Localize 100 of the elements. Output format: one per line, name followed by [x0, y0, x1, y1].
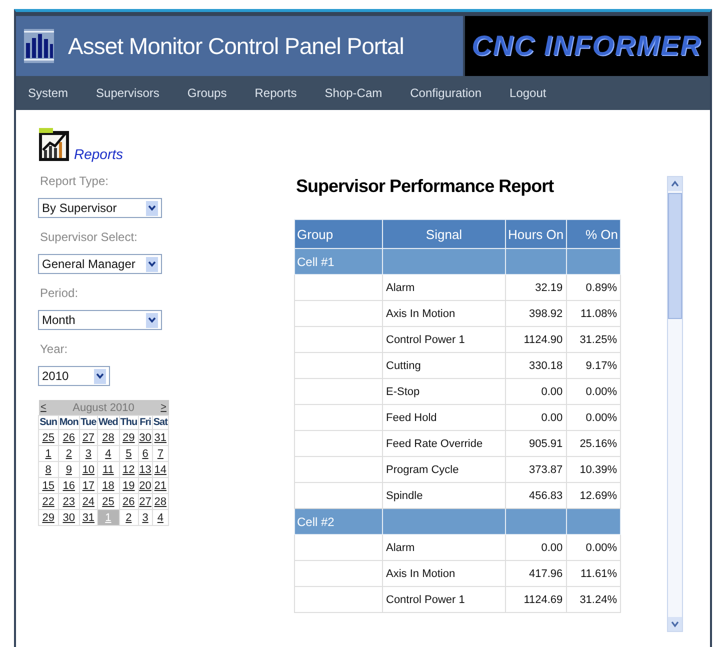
calendar-day[interactable]: 26: [119, 494, 138, 510]
calendar-day[interactable]: 23: [58, 494, 80, 510]
table-cell: Axis In Motion: [382, 560, 506, 586]
table-cell: Control Power 1: [382, 586, 506, 612]
table-cell: Axis In Motion: [382, 300, 506, 326]
calendar-day[interactable]: 1: [38, 446, 58, 462]
table-cell: 0.00: [506, 378, 566, 404]
table-cell: 31.24%: [566, 586, 620, 612]
nav-link[interactable]: Configuration: [410, 86, 482, 100]
table-cell: 330.18: [506, 352, 566, 378]
table-cell: Control Power 1: [382, 326, 506, 352]
table-cell: 0.00: [506, 404, 566, 430]
scrollbar[interactable]: [667, 176, 683, 632]
nav-link[interactable]: Shop-Cam: [324, 86, 382, 100]
nav-link[interactable]: Logout: [510, 86, 546, 100]
calendar-day[interactable]: 15: [38, 478, 58, 494]
field-label: Period:: [40, 286, 80, 300]
bar-chart-icon: [24, 29, 54, 63]
weekday-header: Fri: [138, 416, 152, 430]
dropdown[interactable]: Month: [38, 310, 162, 330]
calendar-day[interactable]: 3: [80, 446, 98, 462]
calendar-day[interactable]: 27: [138, 494, 152, 510]
calendar-day[interactable]: 2: [58, 446, 80, 462]
table-cell: Feed Hold: [382, 404, 506, 430]
calendar-day[interactable]: 25: [38, 430, 58, 446]
table-cell: Alarm: [382, 534, 506, 560]
calendar-day[interactable]: 28: [152, 494, 168, 510]
table-cell: 0.00%: [566, 534, 620, 560]
table-cell: 398.92: [506, 300, 566, 326]
next-month-link[interactable]: >: [160, 402, 166, 413]
nav-link[interactable]: System: [28, 86, 68, 100]
nav-link[interactable]: Supervisors: [96, 86, 160, 100]
weekday-header: Mon: [58, 416, 80, 430]
group-row-cell: [566, 248, 620, 274]
field-label: Report Type:: [40, 174, 110, 188]
calendar-day[interactable]: 14: [152, 462, 168, 478]
calendar-day[interactable]: 19: [119, 478, 138, 494]
calendar-day[interactable]: 31: [80, 510, 98, 526]
nav-link[interactable]: Reports: [254, 86, 297, 100]
calendar-day[interactable]: 20: [138, 478, 152, 494]
calendar-day[interactable]: 4: [97, 446, 120, 462]
group-cell: Cell #2: [294, 508, 382, 534]
weekday-header: Wed: [97, 416, 120, 430]
calendar-day[interactable]: 10: [80, 462, 98, 478]
calendar-day[interactable]: 31: [152, 430, 168, 446]
table-cell: 0.89%: [566, 274, 620, 300]
calendar-day[interactable]: 5: [119, 446, 138, 462]
dropdown[interactable]: 2010: [38, 366, 110, 386]
calendar-day[interactable]: 29: [119, 430, 138, 446]
previous-month-link[interactable]: <: [40, 402, 46, 413]
weekday-header: Thu: [119, 416, 138, 430]
calendar-day[interactable]: 2: [119, 510, 138, 526]
calendar-day[interactable]: 18: [97, 478, 120, 494]
calendar-day[interactable]: 12: [119, 462, 138, 478]
chevron-down-icon: [94, 368, 106, 384]
table-cell: 32.19: [506, 274, 566, 300]
calendar-day[interactable]: 16: [58, 478, 80, 494]
calendar-day[interactable]: 7: [152, 446, 168, 462]
calendar-day[interactable]: 9: [58, 462, 80, 478]
calendar-day[interactable]: 8: [38, 462, 58, 478]
calendar-day[interactable]: 3: [138, 510, 152, 526]
table-cell: 9.17%: [566, 352, 620, 378]
calendar-day[interactable]: 27: [80, 430, 98, 446]
calendar-day[interactable]: 29: [38, 510, 58, 526]
table-cell: Alarm: [382, 274, 506, 300]
table-cell: 1124.90: [506, 326, 566, 352]
calendar-day[interactable]: 17: [80, 478, 98, 494]
calendar-day[interactable]: 28: [97, 430, 120, 446]
report-title: Supervisor Performance Report: [296, 176, 555, 197]
group-row-cell: [506, 508, 566, 534]
table-cell: 0.00%: [566, 378, 620, 404]
dropdown[interactable]: General Manager: [38, 254, 162, 274]
calendar-day[interactable]: 24: [80, 494, 98, 510]
calendar-day[interactable]: 26: [58, 430, 80, 446]
table-cell: 373.87: [506, 456, 566, 482]
dropdown[interactable]: By Supervisor: [38, 198, 162, 218]
calendar-day[interactable]: 30: [138, 430, 152, 446]
scroll-down-icon[interactable]: [668, 617, 682, 631]
nav-link[interactable]: Groups: [187, 86, 227, 100]
calendar-day[interactable]: 22: [38, 494, 58, 510]
table-cell: Program Cycle: [382, 456, 506, 482]
calendar-day[interactable]: 13: [138, 462, 152, 478]
column-header: % On: [566, 220, 620, 248]
brand-logo-text: CNC INFORMER: [472, 30, 702, 62]
calendar-title: August 2010: [72, 402, 134, 414]
table-cell: 0.00: [506, 534, 566, 560]
calendar-day[interactable]: 30: [58, 510, 80, 526]
table-cell: 11.08%: [566, 300, 620, 326]
calendar-day[interactable]: 6: [138, 446, 152, 462]
weekday-header: Sat: [152, 416, 168, 430]
calendar-day[interactable]: 11: [97, 462, 120, 478]
calendar-day[interactable]: 21: [152, 478, 168, 494]
table-cell: Cutting: [382, 352, 506, 378]
group-row-cell: [566, 508, 620, 534]
scroll-up-icon[interactable]: [668, 177, 682, 191]
group-cell: Cell #1: [294, 248, 382, 274]
calendar-day[interactable]: 4: [152, 510, 168, 526]
column-header: Signal: [382, 220, 506, 248]
table-cell: 25.16%: [566, 430, 620, 456]
scrollbar-thumb[interactable]: [668, 193, 682, 319]
